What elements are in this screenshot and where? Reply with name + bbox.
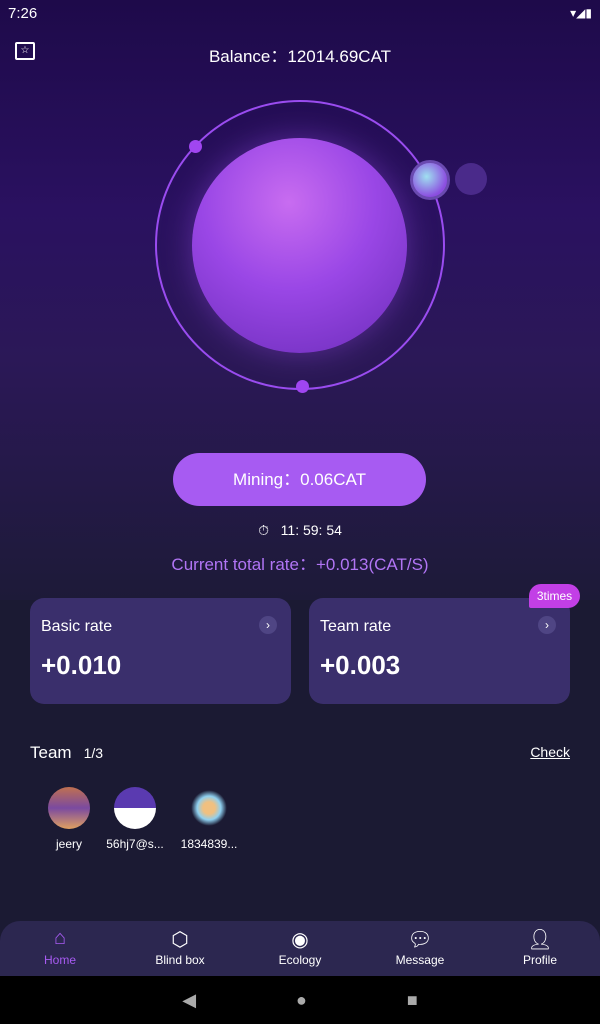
mining-button[interactable]: Mining：0.06CAT [173, 453, 426, 506]
home-icon: ⌂ [53, 927, 67, 949]
member-name: 56hj7@s... [106, 837, 164, 851]
orbit-dot [189, 140, 202, 153]
check-link[interactable]: Check [530, 744, 570, 760]
nav-message[interactable]: 💬︎ Message [360, 921, 480, 976]
timer: ⏱ 11: 59: 54 [0, 522, 600, 539]
recents-icon[interactable]: ■ [407, 990, 418, 1011]
basic-rate-card[interactable]: Basic rate +0.010 › [30, 598, 291, 704]
planet[interactable] [192, 138, 407, 353]
team-member[interactable]: 1834839... [169, 787, 249, 851]
total-rate: Current total rate：+0.013(CAT/S) [171, 555, 429, 574]
message-icon: 💬︎ [407, 929, 433, 951]
card-value: +0.010 [41, 650, 122, 680]
nav-label: Blind box [155, 953, 205, 967]
nav-home[interactable]: ⌂ Home [0, 921, 120, 976]
stopwatch-icon: ⏱ [258, 522, 269, 538]
moon [455, 163, 487, 195]
nav-label: Home [43, 953, 76, 967]
chevron-right-icon: › [259, 616, 277, 634]
avatar [48, 787, 90, 829]
home-button-icon[interactable]: ● [296, 990, 307, 1011]
nav-profile[interactable]: 👤︎ Profile [480, 921, 600, 976]
card-value: +0.003 [320, 650, 401, 680]
nav-blind-box[interactable]: ⬡ Blind box [120, 921, 240, 976]
nav-label: Profile [522, 953, 557, 967]
box-icon: ⬡ [171, 929, 189, 951]
nav-label: Message [395, 953, 445, 967]
bottom-nav: ⌂ Home ⬡ Blind box ◉ Ecology 💬︎ Message 👤︎ Pr… [0, 921, 600, 976]
team-count: 1/3 [83, 745, 104, 761]
timer-value: 11: 59: 54 [280, 522, 342, 538]
avatar [188, 787, 230, 829]
back-icon[interactable]: ◀ [182, 990, 196, 1011]
nav-ecology[interactable]: ◉ Ecology [240, 921, 360, 976]
nav-label: Ecology [278, 953, 322, 967]
orbit-dot [296, 380, 309, 393]
card-title: Team rate [320, 618, 392, 635]
clock: 7:26 [8, 4, 38, 22]
ecology-icon: ◉ [291, 929, 309, 951]
status-icons: ▾◢▮ [570, 6, 592, 20]
member-name: 1834839... [180, 837, 238, 851]
balance: Balance：12014.69CAT [208, 47, 392, 66]
team-rate-card[interactable]: Team rate +0.003 › [309, 598, 570, 704]
team-member[interactable]: 56hj7@s... [95, 787, 175, 851]
system-nav: ◀ ● ■ [0, 976, 600, 1024]
status-bar: 7:26 ▾◢▮ [0, 0, 600, 26]
moon [410, 160, 450, 200]
card-title: Basic rate [41, 618, 113, 635]
chevron-right-icon: › [538, 616, 556, 634]
profile-icon: 👤︎ [527, 929, 553, 951]
multiplier-badge: 3times [529, 584, 580, 608]
team-title: Team [30, 743, 72, 762]
avatar [114, 787, 156, 829]
team-header: Team 1/3 [30, 743, 103, 763]
